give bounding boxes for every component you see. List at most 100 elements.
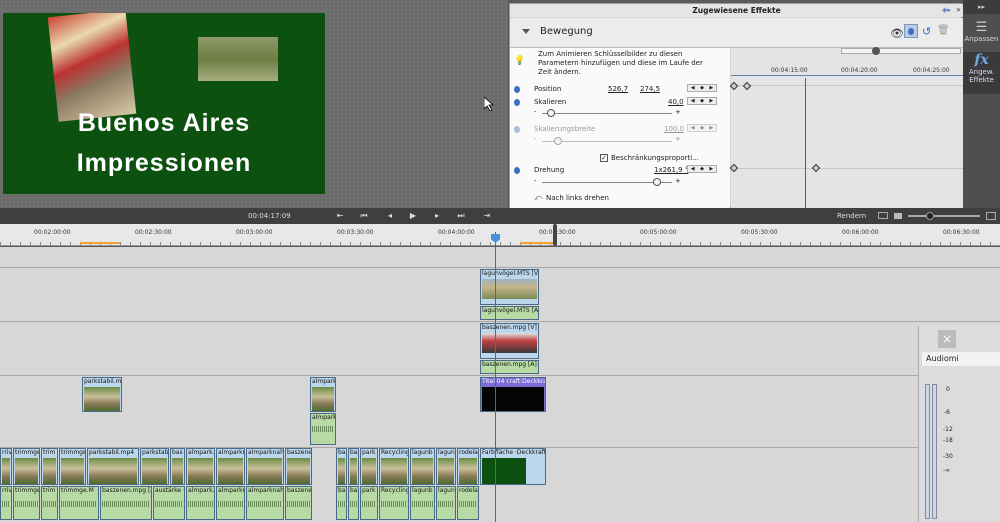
panel-collapse-icon[interactable]: »: [956, 5, 961, 14]
keyframe-marker[interactable]: [811, 163, 821, 173]
audio-clip[interactable]: ba: [336, 486, 347, 520]
keyframe-marker[interactable]: [729, 163, 739, 173]
audio-clip[interactable]: austärke ·: [153, 486, 185, 520]
chevron-down-icon[interactable]: [522, 29, 530, 34]
step-back-icon[interactable]: ◂: [384, 211, 396, 221]
video-clip[interactable]: almpark.7: [186, 448, 215, 485]
keyframe-nav-buttons[interactable]: ◀ ◆ ▶: [687, 165, 717, 173]
rotate-left-icon[interactable]: ⤺: [534, 193, 543, 203]
video-clip[interactable]: lagunb: [410, 448, 435, 485]
rotate-left-label[interactable]: Nach links drehen: [546, 194, 609, 202]
audio-clip[interactable]: almparkn: [216, 486, 245, 520]
audio-clip[interactable]: rriv: [0, 486, 12, 520]
audio-clip[interactable]: rodela: [457, 486, 479, 520]
stopwatch-icon[interactable]: [514, 99, 520, 106]
position-x-value[interactable]: 526,7: [608, 85, 628, 93]
video-preview[interactable]: Buenos Aires Impressionen: [3, 13, 325, 194]
keyframe-nav-buttons[interactable]: ◀ ◆ ▶: [687, 97, 717, 105]
timeline-zoom-slider[interactable]: [908, 212, 980, 220]
reset-icon[interactable]: ↺: [922, 25, 931, 38]
goto-out-icon[interactable]: ⇥: [481, 211, 493, 221]
audio-clip[interactable]: almpark.7: [186, 486, 215, 520]
audio-clip[interactable]: lagunb: [410, 486, 435, 520]
video-clip[interactable]: trimmge: [59, 448, 86, 485]
video-clip[interactable]: almparkn: [216, 448, 245, 485]
scale-slider-knob[interactable]: [547, 109, 555, 117]
audio-clip[interactable]: Recycling: [379, 486, 409, 520]
video-clip[interactable]: Recycling: [379, 448, 409, 485]
audio-clip[interactable]: almpark: [310, 413, 336, 445]
effect-section-header[interactable]: Bewegung 👁 ↺ 🗑: [510, 18, 963, 48]
stopwatch-icon[interactable]: [514, 126, 520, 133]
audio-clip[interactable]: trim: [41, 486, 58, 520]
scale-width-value[interactable]: 100,0: [664, 125, 684, 133]
keyframe-marker[interactable]: [742, 81, 752, 91]
zoom-slider[interactable]: [841, 47, 961, 55]
title-clip[interactable]: Titel 04 craft:Deckkraft ·: [480, 377, 546, 412]
video-clip[interactable]: baszenen.mpg [V] ·: [480, 323, 539, 359]
stopwatch-toggle-icon[interactable]: [904, 24, 918, 38]
video-clip[interactable]: parkstabil.m: [82, 377, 122, 412]
keyframe-marker[interactable]: [729, 81, 739, 91]
video-clip[interactable]: bas: [170, 448, 185, 485]
trash-icon[interactable]: 🗑: [937, 25, 950, 36]
keyframe-timeline[interactable]: 00:04:15:00 00:04:20:00 00:04:25:00: [729, 47, 963, 209]
video-clip[interactable]: almparknah.: [246, 448, 284, 485]
zoom-out-icon[interactable]: [894, 213, 902, 219]
video-clip[interactable]: trimmge: [13, 448, 40, 485]
panel-menu-icon[interactable]: ◈▸: [942, 6, 951, 14]
goto-in-icon[interactable]: ⇤: [334, 211, 346, 221]
video-clip[interactable]: baszene: [285, 448, 312, 485]
stopwatch-icon[interactable]: [514, 86, 520, 93]
rotation-slider-knob[interactable]: [653, 178, 661, 186]
keyframe-nav-buttons[interactable]: ◀ ◆ ▶: [687, 84, 717, 92]
video-clip[interactable]: rodela: [457, 448, 479, 485]
applied-effects-button[interactable]: fx Angew. Effekte: [963, 52, 1000, 94]
timeline-tracks[interactable]: lagunvögel.MTS [V] lagunvögel.MTS [A] ba…: [0, 247, 1000, 522]
eye-icon[interactable]: 👁: [890, 27, 904, 40]
video-clip[interactable]: ba: [336, 448, 347, 485]
audio-clip[interactable]: baszenen.mpg [A]: [480, 360, 539, 374]
monitor-icon[interactable]: [878, 212, 888, 219]
video-clip[interactable]: rriv: [0, 448, 12, 485]
timeline-ruler[interactable]: 00:02:00:00 00:02:30:00 00:03:00:00 00:0…: [0, 224, 1000, 246]
audio-clip[interactable]: almparknah.: [246, 486, 284, 520]
audio-clip[interactable]: lagunvögel.MTS [A]: [480, 306, 539, 320]
video-clip[interactable]: lagunvögel.MTS [V]: [480, 269, 539, 305]
keyframe-nav-buttons[interactable]: ◀ ◆ ▶: [687, 124, 717, 132]
audio-clip[interactable]: trimmge.M: [59, 486, 99, 520]
stopwatch-icon[interactable]: [514, 167, 520, 174]
app-window: Buenos Aires Impressionen Zugewiesene Ef…: [0, 0, 1000, 522]
goto-end-icon[interactable]: ⏭: [455, 211, 467, 221]
video-clip[interactable]: lagun: [436, 448, 456, 485]
constrain-proportions-checkbox[interactable]: ✓: [600, 154, 608, 162]
position-y-value[interactable]: 274,5: [640, 85, 660, 93]
audio-clip[interactable]: lagun: [436, 486, 456, 520]
close-icon[interactable]: ×: [938, 330, 956, 348]
video-clip[interactable]: park: [360, 448, 378, 485]
scale-slider-track[interactable]: [542, 113, 672, 114]
play-icon[interactable]: ▶: [407, 211, 419, 221]
audio-clip[interactable]: park: [360, 486, 378, 520]
audio-clip[interactable]: baszene: [285, 486, 312, 520]
video-clip[interactable]: parkstabil.mp4: [87, 448, 139, 485]
video-clip[interactable]: trim: [41, 448, 58, 485]
timeline-zoom-knob[interactable]: [926, 212, 934, 220]
adjust-button[interactable]: ☰ Anpassen: [963, 20, 1000, 43]
zoom-in-icon[interactable]: [986, 212, 996, 220]
video-clip[interactable]: parkstabi: [140, 448, 169, 485]
video-clip[interactable]: ba: [348, 448, 359, 485]
audio-clip[interactable]: baszenen.mpg [A]: [100, 486, 152, 520]
audio-clip[interactable]: ba: [348, 486, 359, 520]
work-area-handle[interactable]: [553, 224, 557, 246]
audio-clip[interactable]: trimmge: [13, 486, 40, 520]
step-forward-icon[interactable]: ▸: [431, 211, 443, 221]
zoom-slider-knob[interactable]: [872, 47, 880, 55]
scale-width-slider-knob[interactable]: [554, 137, 562, 145]
video-clip[interactable]: almpark: [310, 377, 336, 412]
render-button[interactable]: Rendern: [837, 212, 866, 220]
rotation-value[interactable]: 1x261,9 °: [654, 166, 688, 174]
color-matte-clip[interactable]: Farbfläche ·Deckkraft·: [480, 448, 546, 485]
goto-start-icon[interactable]: ⏮: [358, 211, 370, 221]
scale-value[interactable]: 40,0: [668, 98, 684, 106]
